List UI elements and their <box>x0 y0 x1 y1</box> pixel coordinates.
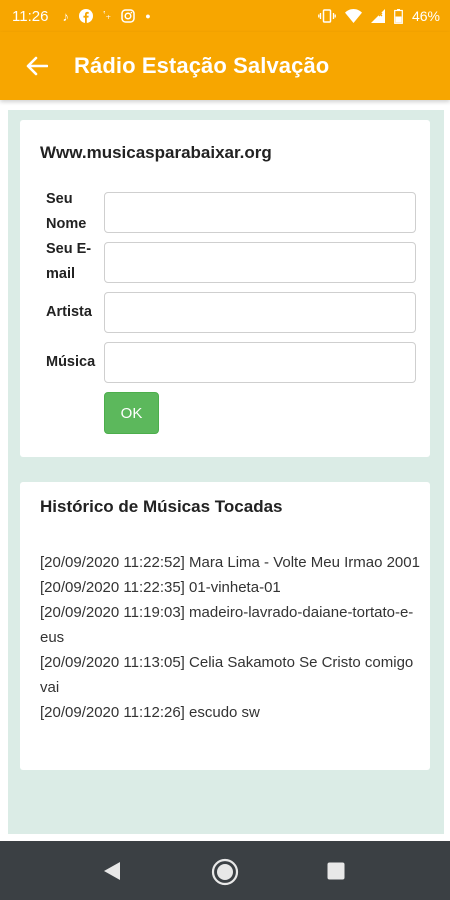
app-title: Rádio Estação Salvação <box>74 53 330 78</box>
history-item: [20/09/2020 11:19:03] madeiro-lavrado-da… <box>40 604 414 646</box>
nav-recents-button[interactable] <box>324 859 348 883</box>
battery-percent: 46% <box>411 8 440 24</box>
app-bar: Rádio Estação Salvação <box>0 32 450 100</box>
history-list: [20/09/2020 11:22:52] Mara Lima - Volte … <box>40 550 420 725</box>
battery-icon <box>394 8 403 24</box>
recents-square-icon <box>327 862 345 880</box>
history-item: [20/09/2020 11:12:26] escudo sw <box>40 704 260 721</box>
instagram-icon <box>121 9 135 23</box>
artist-label: Artista <box>46 304 92 320</box>
history-item: [20/09/2020 11:13:05] Celia Sakamoto Se … <box>40 654 414 696</box>
system-nav-bar <box>0 841 450 900</box>
back-triangle-icon <box>103 861 121 881</box>
vibrate-icon <box>318 9 336 23</box>
song-input[interactable] <box>104 342 416 383</box>
status-time: 11:26 <box>12 7 49 25</box>
name-label: Seu Nome <box>46 191 87 232</box>
status-left: 11:26 ♪ ʽ₊ ● <box>12 8 151 25</box>
history-item: [20/09/2020 11:22:52] Mara Lima - Volte … <box>40 554 420 571</box>
ok-button[interactable]: OK <box>104 392 159 434</box>
email-label: Seu E-mail <box>46 241 92 282</box>
email-input[interactable] <box>104 242 416 283</box>
form-card-title: Www.musicasparabaixar.org <box>40 143 272 162</box>
history-card-title: Histórico de Músicas Tocadas <box>40 497 283 516</box>
song-label: Música <box>46 354 96 370</box>
facebook-icon <box>78 9 93 23</box>
wifi-icon <box>344 9 362 23</box>
dot-icon: ● <box>145 10 151 21</box>
content-area: Www.musicasparabaixar.org Seu Nome Seu E… <box>8 110 444 834</box>
history-card: Histórico de Músicas Tocadas [20/09/2020… <box>20 482 430 770</box>
name-input[interactable] <box>104 192 416 233</box>
nav-home-button[interactable] <box>210 857 240 887</box>
signal-icon <box>370 9 385 23</box>
status-right: 46% <box>318 8 440 24</box>
home-circle-icon <box>211 858 239 886</box>
music-note-icon: ♪ <box>62 8 69 24</box>
nav-back-button[interactable] <box>98 858 126 884</box>
artist-input[interactable] <box>104 292 416 333</box>
arrow-left-icon <box>26 56 48 76</box>
status-bar: 11:26 ♪ ʽ₊ ● 46% <box>0 0 450 32</box>
back-button[interactable] <box>12 41 62 91</box>
history-item: [20/09/2020 11:22:35] 01-vinheta-01 <box>40 579 281 596</box>
request-form-card: Www.musicasparabaixar.org Seu Nome Seu E… <box>20 120 430 457</box>
vpn-icon: ʽ₊ <box>102 9 112 22</box>
